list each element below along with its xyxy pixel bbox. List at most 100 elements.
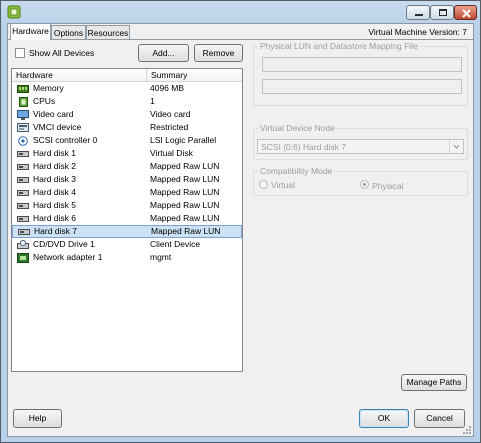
row-name: Hard disk 2 — [33, 161, 76, 171]
table-row[interactable]: CD/DVD Drive 1 Client Device — [12, 238, 242, 251]
vm-app-icon — [7, 5, 21, 19]
row-summary: Mapped Raw LUN — [150, 213, 220, 223]
vm-version-label: Virtual Machine Version: 7 — [368, 27, 467, 37]
table-row[interactable]: Hard disk 5 Mapped Raw LUN — [12, 199, 242, 212]
table-row[interactable]: CPUs 1 — [12, 95, 242, 108]
virtual-radio-label: Virtual — [271, 180, 295, 190]
show-all-devices-label: Show All Devices — [29, 48, 95, 58]
table-row[interactable]: Hard disk 6 Mapped Raw LUN — [12, 212, 242, 225]
table-row[interactable]: Video card Video card — [12, 108, 242, 121]
row-summary: mgmt — [150, 252, 172, 262]
virtual-device-node-legend: Virtual Device Node — [258, 123, 337, 133]
row-name: Memory — [33, 83, 64, 93]
physical-lun-field[interactable] — [262, 57, 462, 72]
tab-options[interactable]: Options — [51, 25, 86, 39]
row-summary: Virtual Disk — [150, 148, 193, 158]
physical-radio[interactable] — [360, 180, 369, 189]
vm-properties-window: Hardware Options Resources Virtual Machi… — [0, 0, 481, 443]
cancel-button[interactable]: Cancel — [414, 409, 465, 428]
remove-button[interactable]: Remove — [194, 44, 243, 62]
row-summary: Client Device — [150, 239, 201, 249]
close-button[interactable] — [454, 5, 477, 20]
compatibility-mode-group: Compatibility Mode Virtual Physical — [253, 166, 468, 196]
row-name: VMCI device — [33, 122, 82, 132]
row-summary: Mapped Raw LUN — [150, 174, 220, 184]
row-name: CD/DVD Drive 1 — [33, 239, 95, 249]
cancel-button-label: Cancel — [426, 413, 453, 423]
row-summary: Video card — [150, 109, 191, 119]
virtual-device-node-value: SCSI (0:6) Hard disk 7 — [261, 142, 347, 152]
add-button-label: Add... — [152, 48, 175, 58]
table-row[interactable]: Hard disk 3 Mapped Raw LUN — [12, 173, 242, 186]
manage-paths-button[interactable]: Manage Paths — [401, 374, 467, 391]
mapping-file-field[interactable] — [262, 79, 462, 94]
compatibility-mode-legend: Compatibility Mode — [258, 166, 335, 176]
help-button-label: Help — [28, 413, 47, 423]
row-summary: 1 — [150, 96, 155, 106]
row-name: CPUs — [33, 96, 56, 106]
row-summary: Mapped Raw LUN — [151, 226, 221, 236]
table-header: Hardware Summary — [12, 69, 242, 82]
row-name: Hard disk 6 — [33, 213, 76, 223]
cpu-icon — [19, 97, 28, 107]
maximize-button[interactable] — [430, 5, 454, 20]
row-summary: 4096 MB — [150, 83, 185, 93]
row-summary: Mapped Raw LUN — [150, 161, 220, 171]
physical-lun-group: Physical LUN and Datastore Mapping File — [253, 41, 468, 106]
column-header-hardware[interactable]: Hardware — [12, 69, 146, 81]
row-summary: LSI Logic Parallel — [150, 135, 217, 145]
tab-hardware[interactable]: Hardware — [10, 23, 51, 40]
dropdown-arrow[interactable] — [449, 140, 463, 153]
table-row[interactable]: Hard disk 2 Mapped Raw LUN — [12, 160, 242, 173]
table-row[interactable]: SCSI controller 0 LSI Logic Parallel — [12, 134, 242, 147]
network-adapter-icon — [17, 253, 29, 263]
row-name: Video card — [33, 109, 74, 119]
hard-disk-icon — [17, 216, 29, 222]
help-button[interactable]: Help — [13, 409, 62, 428]
physical-lun-legend: Physical LUN and Datastore Mapping File — [258, 41, 420, 51]
chevron-down-icon — [453, 144, 460, 149]
manage-paths-button-label: Manage Paths — [406, 377, 462, 387]
table-row[interactable]: Hard disk 4 Mapped Raw LUN — [12, 186, 242, 199]
hardware-table: Hardware Summary Memory 4096 MB CPUs 1 V… — [11, 68, 243, 372]
table-row[interactable]: Network adapter 1 mgmt — [12, 251, 242, 264]
hard-disk-icon — [17, 164, 29, 170]
hardware-tab-panel: Show All Devices Add... Remove Hardware … — [8, 39, 473, 396]
resize-grip-icon[interactable] — [462, 425, 472, 435]
scsi-controller-icon — [18, 136, 28, 146]
tab-options-label: Options — [53, 28, 84, 38]
remove-button-label: Remove — [202, 48, 235, 58]
row-name: Hard disk 4 — [33, 187, 76, 197]
minimize-button[interactable] — [406, 5, 430, 20]
table-row[interactable]: Memory 4096 MB — [12, 82, 242, 95]
row-name: Network adapter 1 — [33, 252, 103, 262]
row-summary: Mapped Raw LUN — [150, 187, 220, 197]
ok-button-label: OK — [377, 413, 391, 423]
video-card-icon — [17, 110, 29, 120]
dialog-client-area: Hardware Options Resources Virtual Machi… — [7, 23, 474, 437]
column-header-summary[interactable]: Summary — [146, 69, 242, 81]
tab-resources[interactable]: Resources — [86, 25, 130, 39]
show-all-devices-checkbox[interactable] — [15, 48, 25, 58]
hard-disk-icon — [18, 229, 30, 235]
physical-radio-label: Physical — [372, 181, 404, 191]
row-name: Hard disk 7 — [34, 226, 77, 236]
add-button[interactable]: Add... — [138, 44, 189, 62]
table-row-selected[interactable]: Hard disk 7 Mapped Raw LUN — [12, 225, 242, 238]
table-row[interactable]: Hard disk 1 Virtual Disk — [12, 147, 242, 160]
close-icon — [462, 9, 471, 18]
minimize-icon — [415, 14, 423, 16]
tab-resources-label: Resources — [87, 28, 129, 38]
vmci-device-icon — [17, 123, 29, 132]
virtual-device-node-select[interactable]: SCSI (0:6) Hard disk 7 — [257, 139, 464, 154]
memory-icon — [17, 85, 29, 93]
row-name: Hard disk 3 — [33, 174, 76, 184]
table-row[interactable]: VMCI device Restricted — [12, 121, 242, 134]
virtual-radio[interactable] — [259, 180, 268, 189]
row-name: SCSI controller 0 — [33, 135, 98, 145]
tab-hardware-label: Hardware — [12, 26, 49, 36]
row-name: Hard disk 1 — [33, 148, 76, 158]
row-summary: Restricted — [150, 122, 189, 132]
maximize-icon — [439, 9, 447, 16]
ok-button[interactable]: OK — [359, 409, 409, 428]
